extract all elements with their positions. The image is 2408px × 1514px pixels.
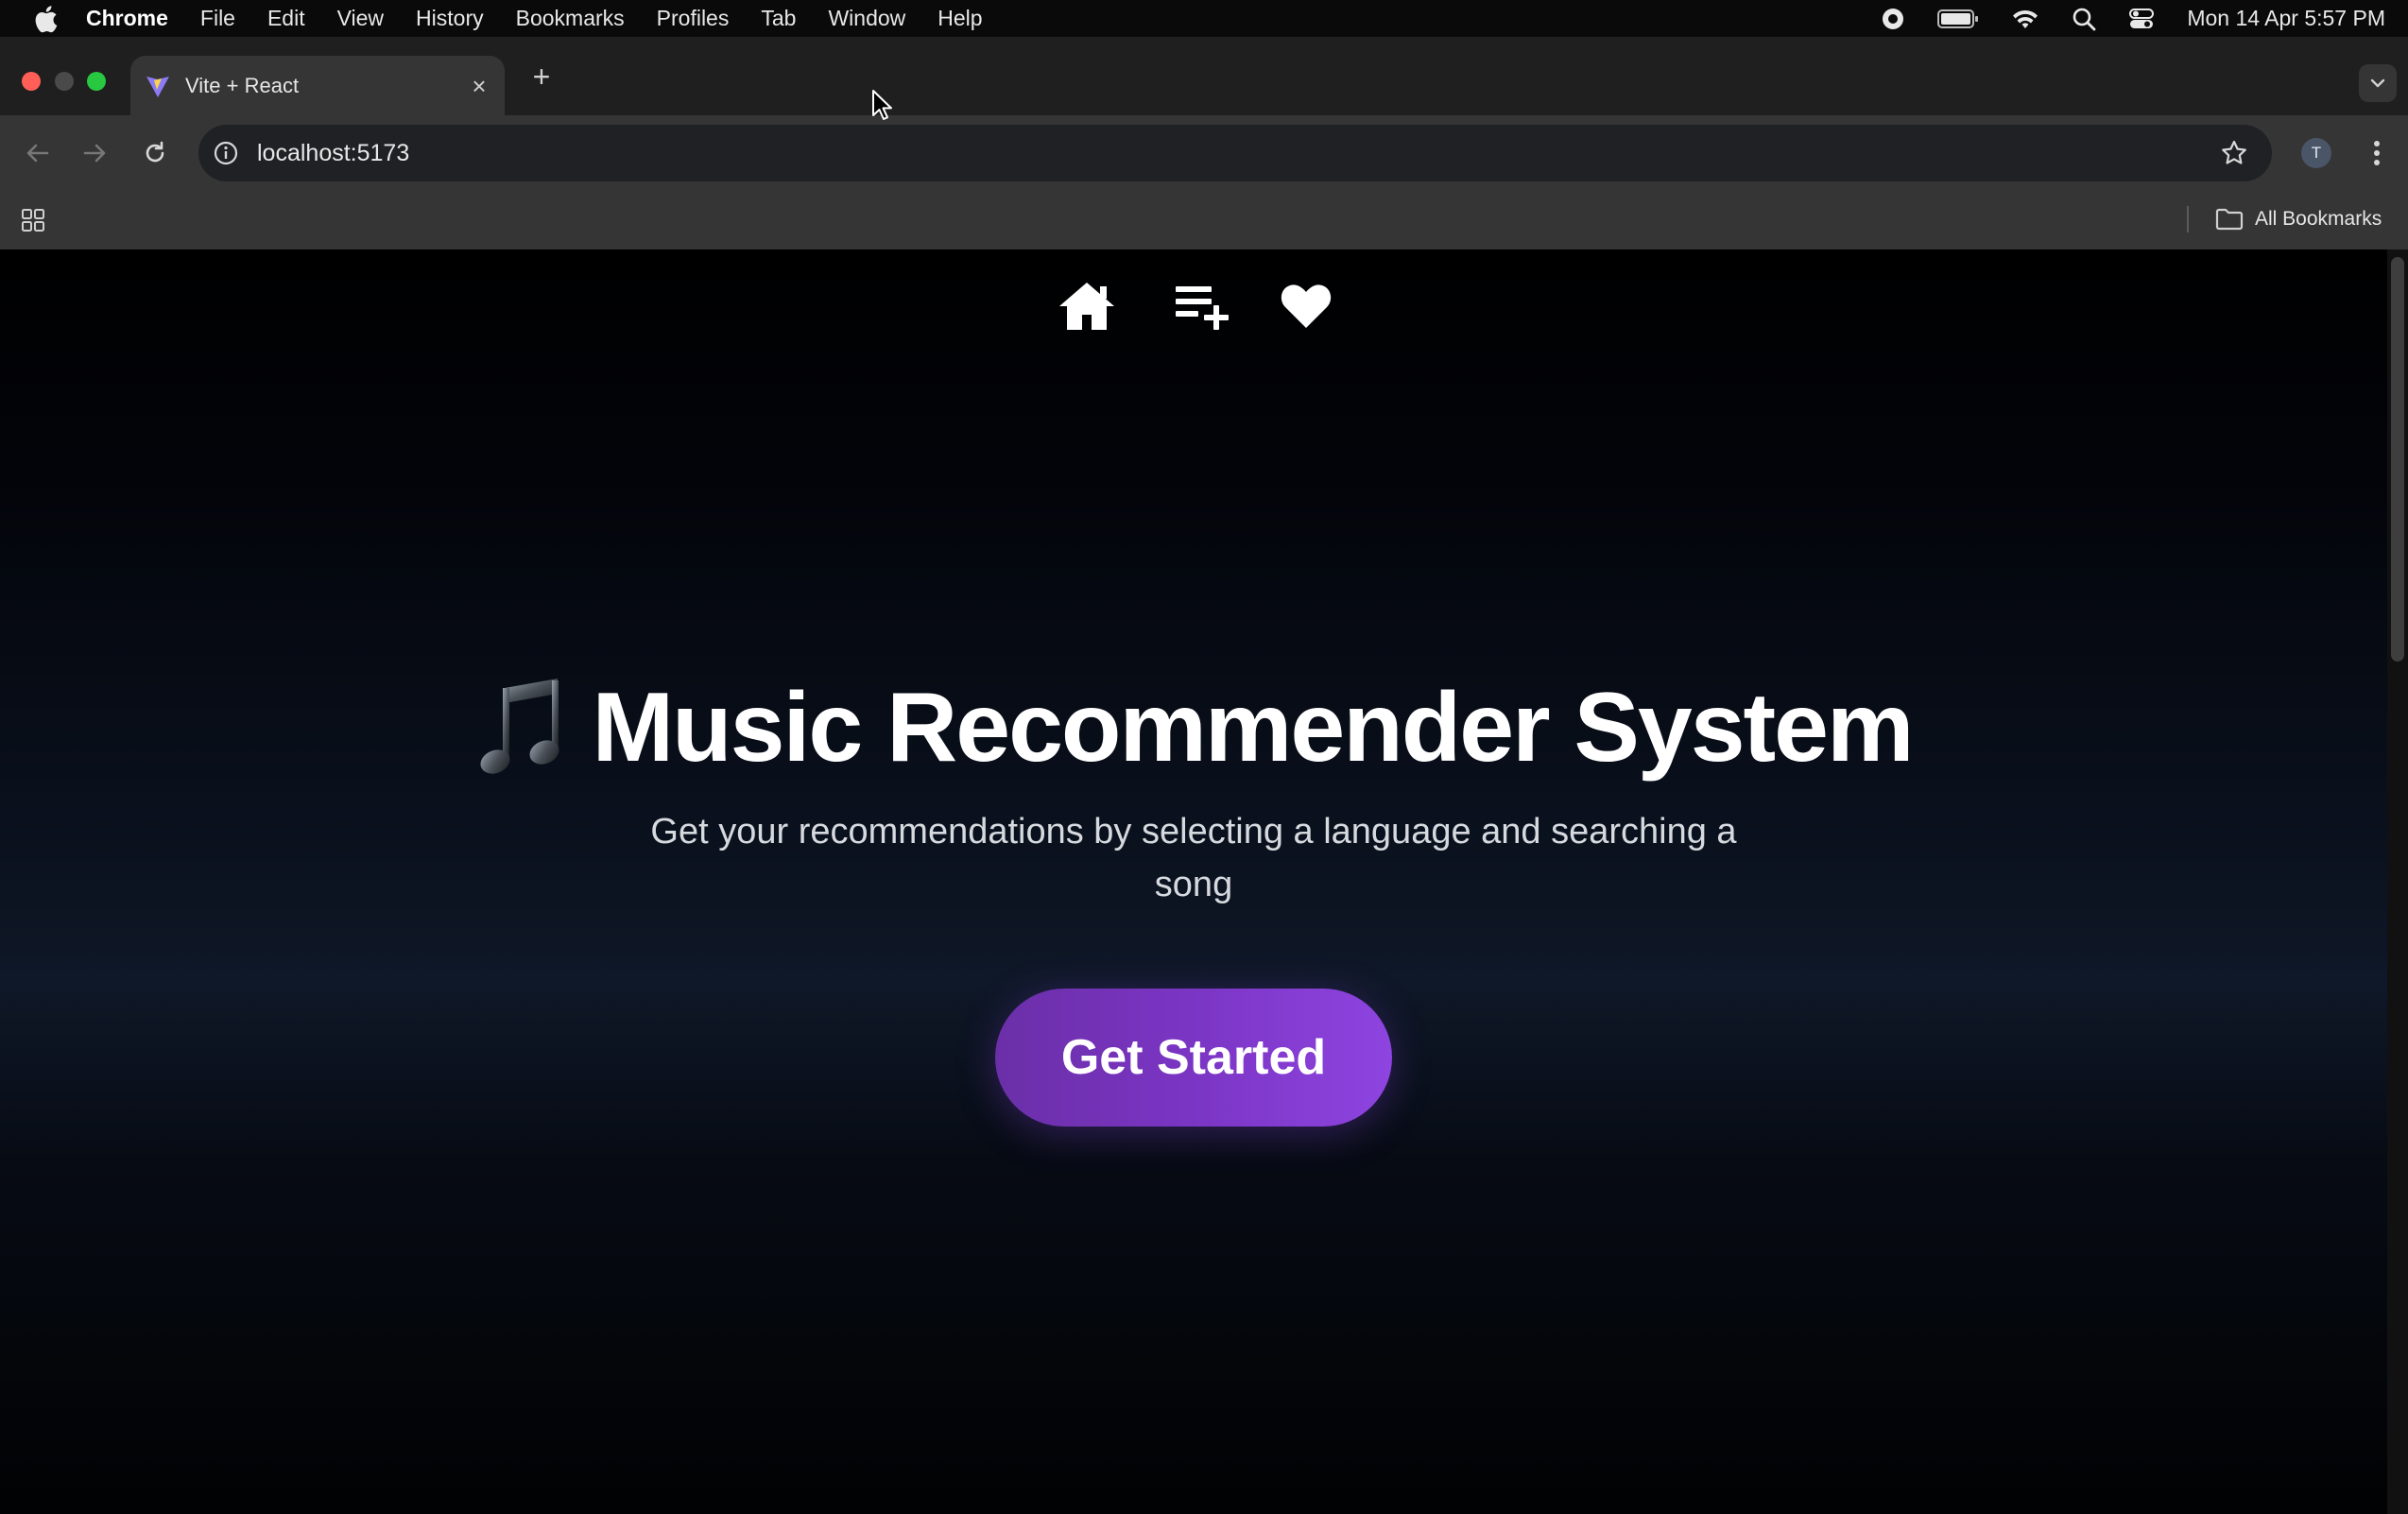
app-navbar	[1057, 278, 1340, 335]
window-zoom-button[interactable]	[87, 72, 106, 91]
arrow-right-icon	[83, 144, 106, 163]
hero-title-row: Music Recommender System	[0, 662, 2387, 794]
tab-search-button[interactable]	[2359, 64, 2397, 102]
heart-icon[interactable]	[1276, 278, 1336, 335]
get-started-button[interactable]: Get Started	[995, 989, 1392, 1127]
all-bookmarks-label: All Bookmarks	[2255, 208, 2382, 230]
wifi-icon[interactable]	[2011, 8, 2039, 30]
bookmarks-bar	[0, 191, 2408, 249]
battery-icon[interactable]	[1937, 9, 1979, 29]
browser-tab-active[interactable]: Vite + React ×	[130, 56, 505, 116]
page-title: Music Recommender System	[592, 672, 1915, 783]
tab-title: Vite + React	[185, 74, 300, 97]
bookmark-star-icon[interactable]	[2217, 136, 2251, 170]
home-icon[interactable]	[1057, 278, 1117, 335]
menu-bookmarks[interactable]: Bookmarks	[516, 6, 625, 31]
reload-button[interactable]	[138, 136, 172, 170]
control-center-icon[interactable]	[2128, 7, 2155, 31]
menu-edit[interactable]: Edit	[267, 6, 305, 31]
menu-bar-status-area: Mon 14 Apr 5:57 PM	[1881, 0, 2385, 37]
chrome-menu-icon[interactable]	[2363, 136, 2391, 170]
menu-profiles[interactable]: Profiles	[657, 6, 730, 31]
profile-avatar[interactable]: T	[2301, 138, 2331, 168]
forward-button[interactable]	[77, 136, 112, 170]
url-text[interactable]: localhost:5173	[257, 140, 2217, 167]
music-note-icon	[475, 676, 566, 780]
reload-icon	[146, 141, 164, 163]
menu-history[interactable]: History	[416, 6, 484, 31]
folder-icon	[2215, 208, 2244, 231]
all-bookmarks-button[interactable]: All Bookmarks	[2215, 202, 2382, 236]
apple-logo-icon[interactable]	[31, 5, 60, 33]
chevron-down-icon	[2370, 78, 2385, 88]
back-button[interactable]	[21, 136, 55, 170]
bookmarks-divider	[2187, 206, 2189, 232]
address-bar[interactable]: localhost:5173	[198, 125, 2272, 181]
new-tab-button[interactable]: +	[527, 60, 556, 94]
arrow-left-icon	[26, 144, 49, 163]
macos-menu-bar: Chrome File Edit View History Bookmarks …	[0, 0, 2408, 37]
vite-favicon-icon	[144, 72, 172, 100]
menu-chrome[interactable]: Chrome	[86, 6, 168, 31]
hero-section: Music Recommender System Get your recomm…	[0, 662, 2387, 911]
menu-file[interactable]: File	[200, 6, 235, 31]
menu-help[interactable]: Help	[937, 6, 982, 31]
tab-close-icon[interactable]: ×	[467, 72, 491, 100]
page-subtitle: Get your recommendations by selecting a …	[650, 812, 1737, 904]
playlist-add-icon[interactable]	[1172, 278, 1232, 335]
site-info-icon[interactable]	[212, 139, 240, 167]
mouse-cursor-icon	[872, 90, 892, 120]
menu-bar-clock[interactable]: Mon 14 Apr 5:57 PM	[2187, 6, 2385, 31]
spotlight-search-icon[interactable]	[2072, 7, 2096, 31]
window-minimize-button[interactable]	[55, 72, 74, 91]
page-scrollbar-thumb[interactable]	[2391, 257, 2404, 662]
screen-record-icon[interactable]	[1881, 7, 1905, 31]
window-close-button[interactable]	[22, 72, 41, 91]
menu-tab[interactable]: Tab	[761, 6, 796, 31]
menu-view[interactable]: View	[337, 6, 384, 31]
apps-grid-icon[interactable]	[19, 206, 47, 234]
menu-window[interactable]: Window	[828, 6, 905, 31]
